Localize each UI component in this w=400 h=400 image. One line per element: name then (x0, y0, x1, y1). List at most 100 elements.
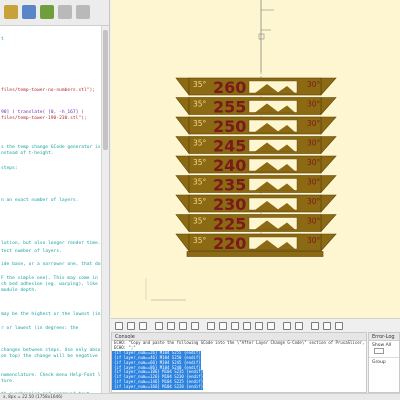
code-line: ture. (1, 379, 15, 384)
left-angle-label: 35° (193, 139, 207, 148)
left-angle-label: 35° (193, 80, 207, 89)
editor-scrollbar-thumb[interactable] (103, 30, 108, 150)
left-overhang (175, 175, 190, 194)
view-back-icon[interactable] (267, 322, 275, 330)
show-axes-icon[interactable] (311, 322, 319, 330)
editor-toolbar (0, 0, 109, 26)
undo-icon[interactable] (58, 5, 72, 19)
left-overhang (175, 77, 190, 96)
code-line: module depth. (1, 288, 37, 293)
left-overhang (175, 214, 190, 233)
editor-text-area[interactable]: t files/temp-tower-no-numbers.stl"); 90] )… (0, 30, 102, 393)
export-stl-icon[interactable] (139, 322, 147, 330)
code-line: lution, but also longer render time. (1, 241, 101, 246)
3d-viewport[interactable]: 260 35° 30° 255 35° 30° 250 35° 30° 245 35° 30° 240 3… (111, 0, 400, 318)
code-line: ch bed adhesion (eg. warping), like (1, 282, 98, 287)
right-angle-label: 30° (307, 100, 321, 109)
save-icon[interactable] (40, 5, 54, 19)
right-angle-label: 30° (307, 139, 321, 148)
error-log-filter-dropdown[interactable] (374, 348, 384, 354)
error-log-panel: Error-Log Show All Group (368, 332, 400, 393)
temp-tower-render: 260 35° 30° 255 35° 30° 250 35° 30° 245 35° 30° 240 3… (145, 0, 337, 301)
temperature-label: 240 (213, 156, 246, 175)
code-line: r or lowest (in degrees: the (1, 326, 79, 331)
code-line: s the temp change GCode generator is (1, 145, 101, 150)
code-line: F the simple one). This may come in (1, 276, 98, 281)
code-line: nstead of t-height. (1, 151, 54, 156)
right-angle-label: 30° (307, 236, 321, 245)
right-overhang (320, 116, 337, 135)
reset-view-icon[interactable] (191, 322, 199, 330)
temperature-label: 245 (213, 137, 246, 156)
right-overhang (320, 194, 337, 213)
code-line: files/temp-tower-190-230.stl"); (1, 116, 87, 121)
render-icon[interactable] (127, 322, 135, 330)
cursor-icon[interactable] (335, 322, 343, 330)
console-panel: Console ECHO: "Copy and paste the follow… (111, 332, 367, 393)
console-output[interactable]: ECHO: "Copy and paste the following GCod… (112, 340, 366, 391)
code-editor-panel: t files/temp-tower-no-numbers.stl"); 90] )… (0, 0, 110, 393)
code-line: changes between steps. Use only absolute (1, 348, 102, 353)
code-line: ide base, or a narrower one, that does (1, 262, 102, 267)
view-bottom-icon[interactable] (231, 322, 239, 330)
temperature-label: 235 (213, 176, 246, 195)
editor-scrollbar[interactable] (101, 26, 109, 393)
temperature-label: 250 (213, 117, 246, 136)
view-left-icon[interactable] (243, 322, 251, 330)
right-angle-label: 30° (307, 119, 321, 128)
right-angle-label: 30° (307, 178, 321, 187)
redo-icon[interactable] (76, 5, 90, 19)
show-edges-icon[interactable] (323, 322, 331, 330)
left-overhang (175, 136, 190, 155)
code-line: steps: (1, 166, 18, 171)
perspective-icon[interactable] (283, 322, 291, 330)
console-line: ECHO: "Copy and paste the following GCod… (114, 340, 366, 345)
left-overhang (175, 194, 190, 213)
view-toolbar (111, 318, 400, 332)
temperature-label: 220 (213, 234, 246, 253)
console-line: {if layer_num==166} M104 S220 {endif} (112, 384, 204, 391)
code-line: on top) the change will be negative (1, 354, 98, 359)
error-log-show-value[interactable]: All (386, 343, 392, 348)
right-overhang (320, 175, 337, 194)
code-line: may be the highest or the lowest (in (1, 312, 101, 317)
left-overhang (175, 97, 190, 116)
preview-icon[interactable] (115, 322, 123, 330)
orthogonal-icon[interactable] (295, 322, 303, 330)
code-line: files/temp-tower-no-numbers.stl"); (1, 88, 96, 93)
left-angle-label: 35° (193, 236, 207, 245)
view-front-icon[interactable] (255, 322, 263, 330)
left-angle-label: 35° (193, 100, 207, 109)
left-angle-label: 35° (193, 217, 207, 226)
axis-marker (258, 33, 265, 40)
new-file-icon[interactable] (4, 5, 18, 19)
right-angle-label: 30° (307, 158, 321, 167)
tower-base (186, 251, 324, 257)
left-angle-label: 35° (193, 158, 207, 167)
error-log-filter[interactable]: Show All (369, 341, 399, 357)
right-angle-label: 30° (307, 217, 321, 226)
view-all-icon[interactable] (155, 322, 163, 330)
left-angle-label: 35° (193, 178, 207, 187)
status-bar: x, 8px = 22.50 (1758x1646) (0, 393, 400, 400)
view-top-icon[interactable] (219, 322, 227, 330)
right-overhang (320, 155, 337, 174)
error-log-title: Error-Log (369, 333, 399, 341)
right-angle-label: 30° (307, 80, 321, 89)
open-file-icon[interactable] (22, 5, 36, 19)
code-line: nomenclature. Check menu Help-Font list (1, 373, 102, 378)
temperature-label: 225 (213, 215, 246, 234)
left-overhang (175, 155, 190, 174)
temperature-label: 260 (213, 78, 246, 97)
zoom-out-icon[interactable] (179, 322, 187, 330)
right-overhang (320, 97, 337, 116)
left-angle-label: 35° (193, 119, 207, 128)
code-line: t (1, 37, 4, 42)
left-overhang (175, 116, 190, 135)
right-overhang (320, 136, 337, 155)
view-right-icon[interactable] (207, 322, 215, 330)
left-angle-label: 35° (193, 197, 207, 206)
right-overhang (320, 214, 337, 233)
zoom-in-icon[interactable] (167, 322, 175, 330)
right-overhang (320, 77, 337, 96)
